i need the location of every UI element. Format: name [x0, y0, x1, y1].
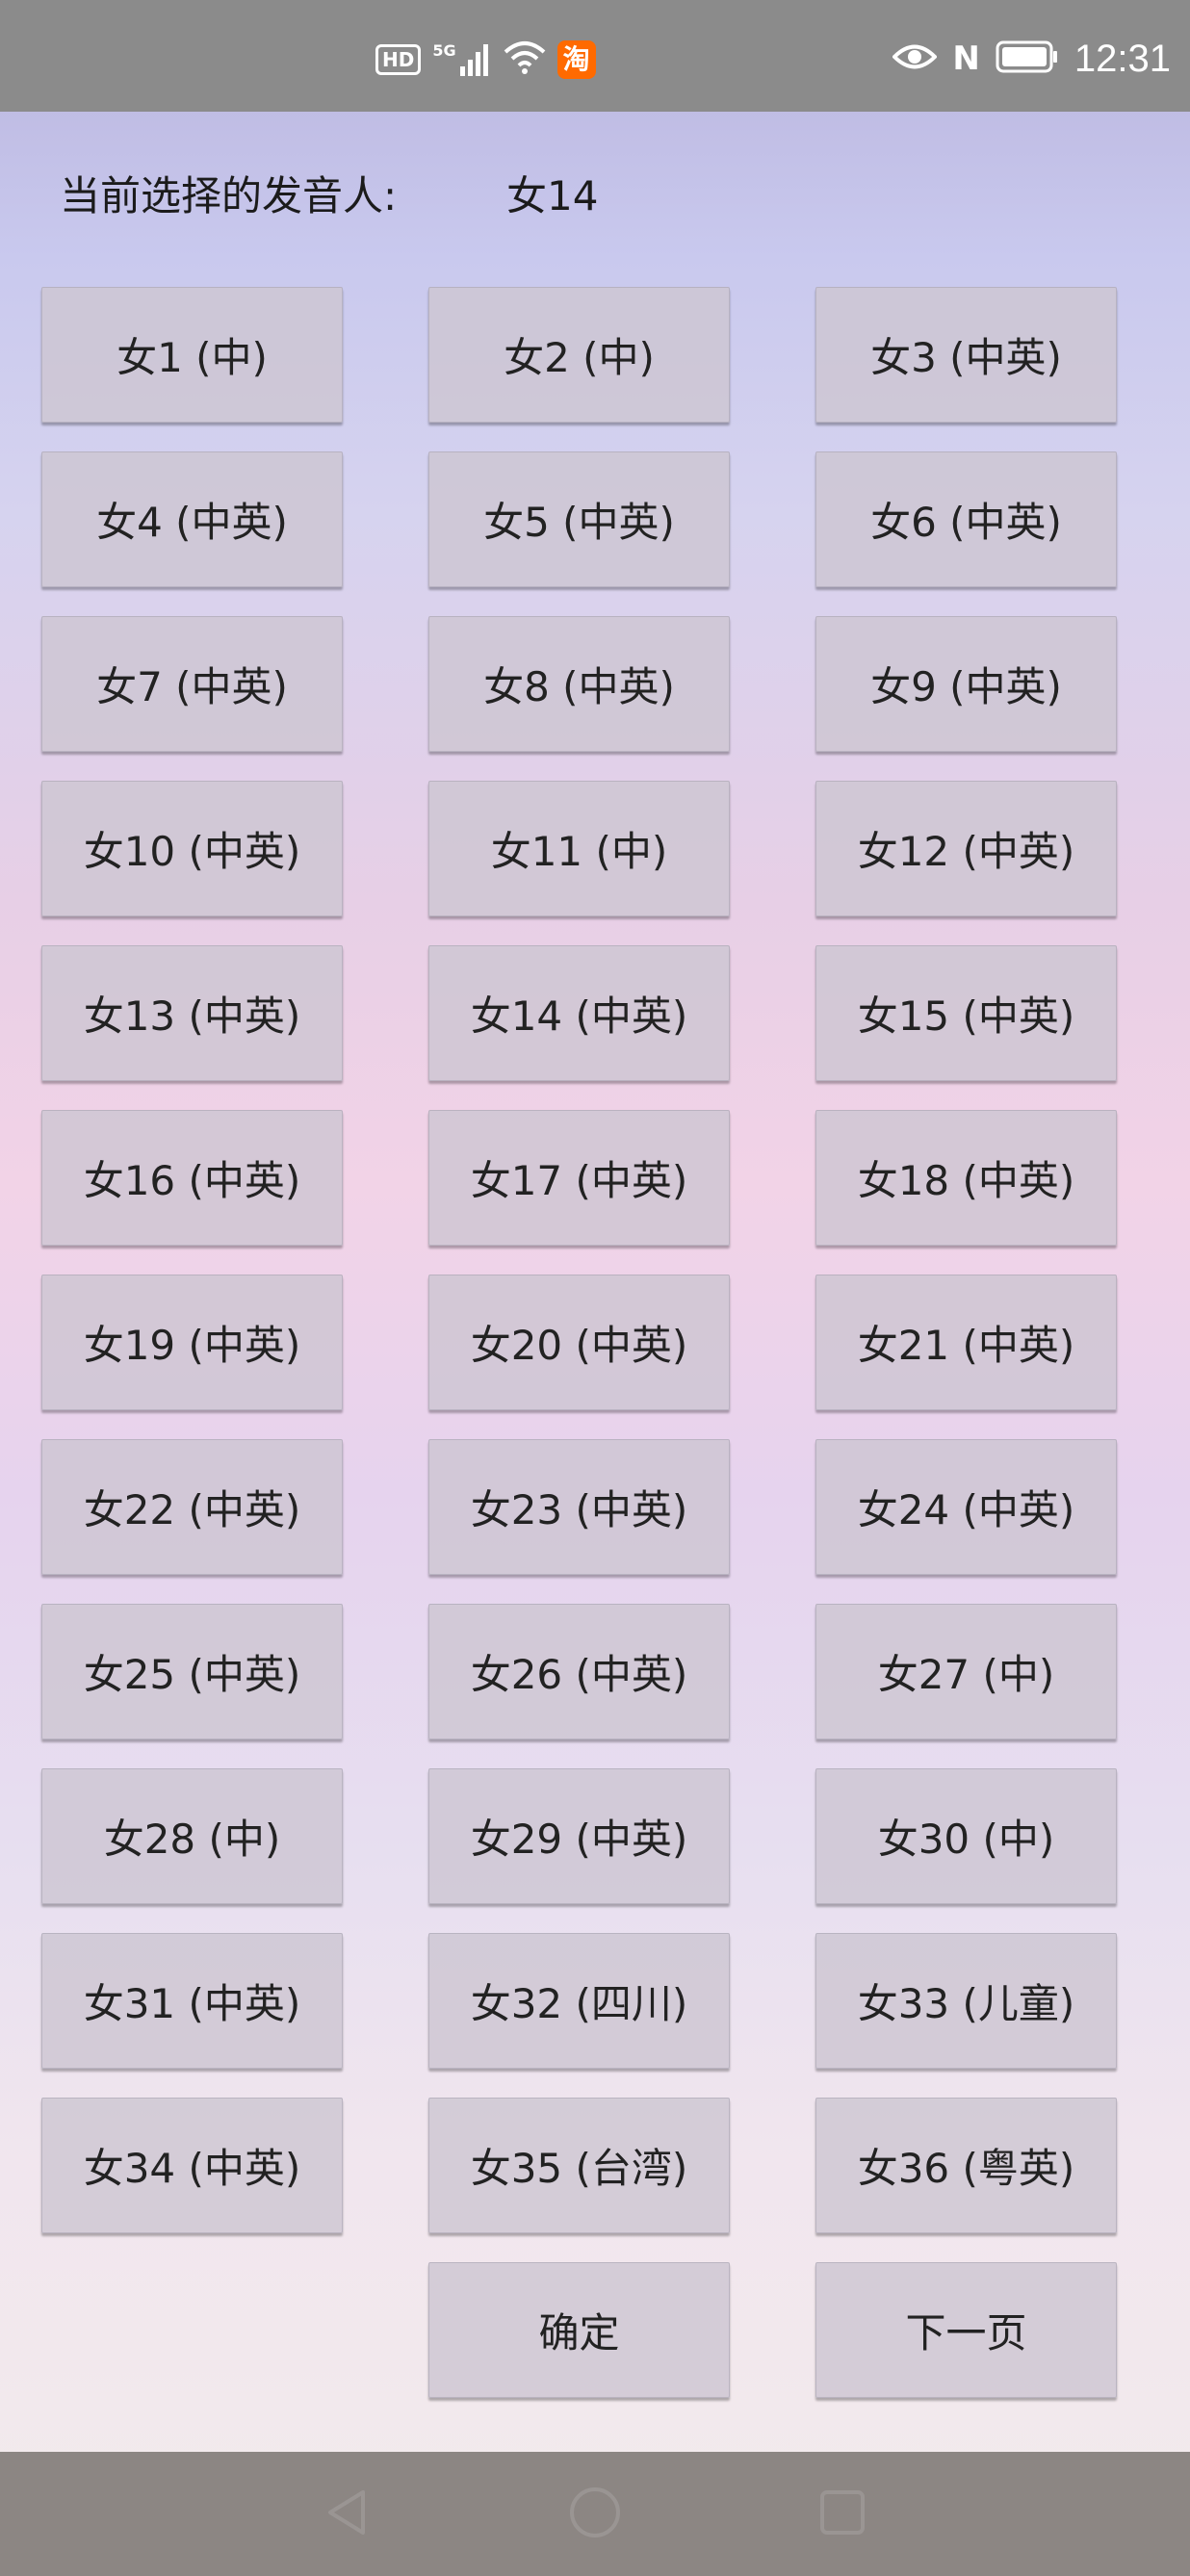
- voice-button-34[interactable]: 女34 (中英): [41, 2098, 343, 2233]
- signal-icon: 5G: [432, 43, 491, 76]
- voice-button-32[interactable]: 女32 (四川): [428, 1933, 730, 2069]
- voice-button-16[interactable]: 女16 (中英): [41, 1110, 343, 1246]
- current-voice-label: 当前选择的发音人:: [60, 172, 398, 219]
- voice-button-19[interactable]: 女19 (中英): [41, 1275, 343, 1410]
- home-circle-icon: [568, 2486, 622, 2543]
- navigation-bar: [0, 2452, 1190, 2576]
- back-button[interactable]: [270, 2452, 424, 2576]
- nfc-icon: N: [952, 39, 980, 78]
- empty-slot: [41, 2262, 343, 2398]
- back-triangle-icon: [324, 2488, 369, 2540]
- voice-button-15[interactable]: 女15 (中英): [815, 945, 1117, 1081]
- voice-button-36[interactable]: 女36 (粤英): [815, 2098, 1117, 2233]
- voice-button-28[interactable]: 女28 (中): [41, 1768, 343, 1904]
- voice-button-27[interactable]: 女27 (中): [815, 1604, 1117, 1739]
- voice-button-12[interactable]: 女12 (中英): [815, 781, 1117, 916]
- voice-button-23[interactable]: 女23 (中英): [428, 1439, 730, 1575]
- voice-button-31[interactable]: 女31 (中英): [41, 1933, 343, 2069]
- voice-button-9[interactable]: 女9 (中英): [815, 616, 1117, 752]
- voice-button-10[interactable]: 女10 (中英): [41, 781, 343, 916]
- status-icons-right: N 12:31: [892, 33, 1171, 85]
- voice-button-13[interactable]: 女13 (中英): [41, 945, 343, 1081]
- voice-button-22[interactable]: 女22 (中英): [41, 1439, 343, 1575]
- recents-button[interactable]: [765, 2452, 919, 2576]
- voice-button-18[interactable]: 女18 (中英): [815, 1110, 1117, 1246]
- voice-button-11[interactable]: 女11 (中): [428, 781, 730, 916]
- voice-button-29[interactable]: 女29 (中英): [428, 1768, 730, 1904]
- voice-button-35[interactable]: 女35 (台湾): [428, 2098, 730, 2233]
- voice-button-21[interactable]: 女21 (中英): [815, 1275, 1117, 1410]
- voice-button-2[interactable]: 女2 (中): [428, 287, 730, 423]
- hd-icon: HD: [375, 44, 422, 75]
- voice-button-5[interactable]: 女5 (中英): [428, 451, 730, 587]
- voice-button-24[interactable]: 女24 (中英): [815, 1439, 1117, 1575]
- voice-button-26[interactable]: 女26 (中英): [428, 1604, 730, 1739]
- clock: 12:31: [1074, 37, 1171, 80]
- voice-button-17[interactable]: 女17 (中英): [428, 1110, 730, 1246]
- battery-icon: [996, 40, 1059, 77]
- network-type: 5G: [432, 41, 456, 60]
- voice-button-8[interactable]: 女8 (中英): [428, 616, 730, 752]
- wifi-icon: [504, 40, 546, 79]
- voice-button-7[interactable]: 女7 (中英): [41, 616, 343, 752]
- status-bar: HD 5G 淘 N 12:31: [0, 0, 1190, 112]
- current-voice-value: 女14: [506, 172, 599, 219]
- voice-button-6[interactable]: 女6 (中英): [815, 451, 1117, 587]
- voice-button-33[interactable]: 女33 (儿童): [815, 1933, 1117, 2069]
- confirm-button[interactable]: 确定: [428, 2262, 730, 2398]
- status-icons-left: HD 5G 淘: [375, 40, 596, 79]
- voice-button-3[interactable]: 女3 (中英): [815, 287, 1117, 423]
- voice-grid: 女1 (中) 女2 (中) 女3 (中英) 女4 (中英) 女5 (中英) 女6…: [41, 287, 1118, 2398]
- next-page-button[interactable]: 下一页: [815, 2262, 1117, 2398]
- home-button[interactable]: [518, 2452, 672, 2576]
- recents-square-icon: [818, 2488, 867, 2540]
- voice-button-14[interactable]: 女14 (中英): [428, 945, 730, 1081]
- voice-button-4[interactable]: 女4 (中英): [41, 451, 343, 587]
- eye-icon: [892, 42, 939, 75]
- voice-button-20[interactable]: 女20 (中英): [428, 1275, 730, 1410]
- voice-button-1[interactable]: 女1 (中): [41, 287, 343, 423]
- taobao-app-icon: 淘: [556, 40, 596, 79]
- voice-button-30[interactable]: 女30 (中): [815, 1768, 1117, 1904]
- voice-button-25[interactable]: 女25 (中英): [41, 1604, 343, 1739]
